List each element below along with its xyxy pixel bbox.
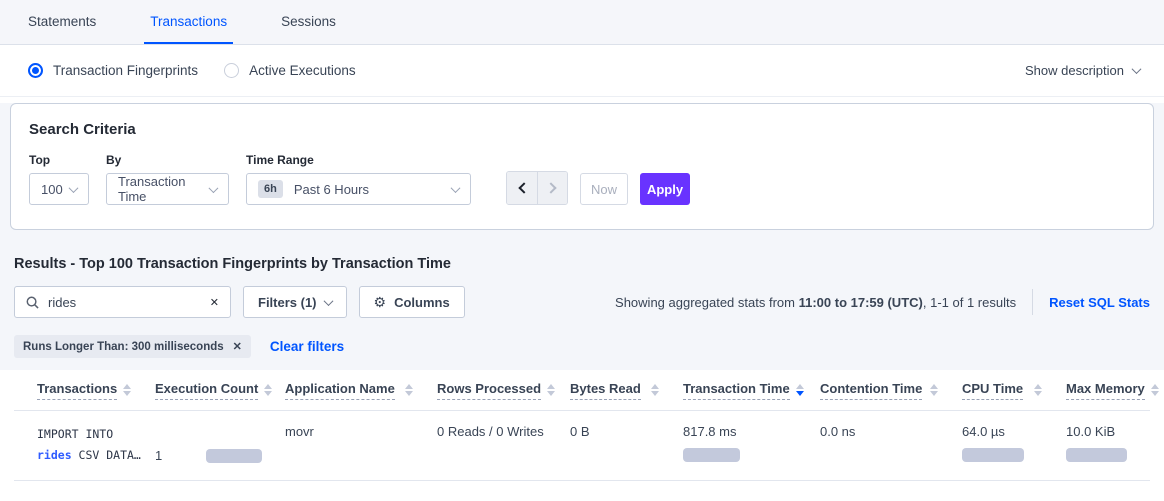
cell-execution-count: 1 xyxy=(155,431,285,480)
results-toolbar: ✕ Filters (1) ⚙ Columns Showing aggregat… xyxy=(14,286,1150,318)
column-header-transactions[interactable]: Transactions xyxy=(37,381,155,400)
tab-transactions[interactable]: Transactions xyxy=(144,0,233,44)
filters-button[interactable]: Filters (1) xyxy=(243,286,347,318)
results-table-section: Transactions Execution Count Application… xyxy=(0,370,1164,481)
top-select[interactable]: 100 xyxy=(29,173,89,205)
chevron-down-icon xyxy=(1132,64,1142,74)
sort-icon xyxy=(1151,384,1159,396)
column-header-transaction-time[interactable]: Transaction Time xyxy=(683,381,820,400)
column-header-cpu-time[interactable]: CPU Time xyxy=(962,381,1066,400)
search-criteria-card: Search Criteria Top 100 By Transaction T… xyxy=(10,103,1154,230)
transactions-table: Transactions Execution Count Application… xyxy=(14,370,1150,481)
cpu-time-bar xyxy=(962,448,1024,462)
active-filters-row: Runs Longer Than: 300 milliseconds ✕ Cle… xyxy=(14,335,1164,358)
page-body: Search Criteria Top 100 By Transaction T… xyxy=(0,103,1164,370)
chevron-down-icon xyxy=(69,183,79,193)
by-label: By xyxy=(106,153,229,167)
reset-sql-stats-link[interactable]: Reset SQL Stats xyxy=(1049,295,1150,310)
apply-button[interactable]: Apply xyxy=(640,173,690,205)
sort-icon xyxy=(930,384,938,396)
sort-icon-active-desc xyxy=(796,384,804,396)
chevron-right-icon xyxy=(545,182,556,193)
execution-count-bar xyxy=(206,449,262,463)
cell-transaction-time: 817.8 ms xyxy=(683,424,820,480)
remove-filter-icon[interactable]: ✕ xyxy=(233,340,242,353)
filter-chip: Runs Longer Than: 300 milliseconds ✕ xyxy=(14,335,251,358)
column-header-application-name[interactable]: Application Name xyxy=(285,381,437,400)
gear-icon: ⚙ xyxy=(374,295,387,309)
time-step-group xyxy=(506,171,568,205)
sort-icon xyxy=(123,384,131,396)
filter-chip-label: Runs Longer Than: 300 milliseconds xyxy=(23,341,224,353)
table-header-row: Transactions Execution Count Application… xyxy=(14,370,1150,411)
tab-sessions[interactable]: Sessions xyxy=(275,0,342,44)
transaction-fingerprint-link[interactable]: IMPORT INTO rides CSV DATA… xyxy=(37,424,155,480)
column-header-execution-count[interactable]: Execution Count xyxy=(155,381,285,400)
cell-contention-time: 0.0 ns xyxy=(820,424,962,480)
radio-transaction-fingerprints[interactable]: Transaction Fingerprints xyxy=(28,63,198,78)
column-header-rows-processed[interactable]: Rows Processed xyxy=(437,381,570,400)
stats-text: Showing aggregated stats from 11:00 to 1… xyxy=(615,295,1016,310)
next-time-button[interactable] xyxy=(537,172,567,204)
sql-activity-tabs: Statements Transactions Sessions xyxy=(0,0,1164,45)
column-header-max-memory[interactable]: Max Memory xyxy=(1066,381,1164,400)
by-select-value: Transaction Time xyxy=(118,174,210,204)
time-range-value: Past 6 Hours xyxy=(294,182,369,197)
max-memory-bar xyxy=(1066,448,1127,462)
time-range-badge: 6h xyxy=(258,180,283,198)
previous-time-button[interactable] xyxy=(507,172,537,204)
cell-max-memory: 10.0 KiB xyxy=(1066,424,1150,480)
chevron-down-icon xyxy=(451,183,461,193)
view-toggle-row: Transaction Fingerprints Active Executio… xyxy=(0,45,1164,97)
cell-bytes-read: 0 B xyxy=(570,424,683,480)
filters-label: Filters (1) xyxy=(258,295,317,310)
columns-label: Columns xyxy=(394,295,450,310)
stats-summary: Showing aggregated stats from 11:00 to 1… xyxy=(615,289,1150,315)
column-header-contention-time[interactable]: Contention Time xyxy=(820,381,962,400)
table-row: IMPORT INTO rides CSV DATA… 1 movr 0 Rea… xyxy=(14,411,1150,481)
time-range-label: Time Range xyxy=(246,153,471,167)
chevron-left-icon xyxy=(518,182,529,193)
by-select[interactable]: Transaction Time xyxy=(106,173,229,205)
vertical-divider xyxy=(1032,289,1033,315)
search-criteria-controls: Top 100 By Transaction Time Time Range 6… xyxy=(29,153,1135,205)
radio-unselected-icon xyxy=(224,63,239,78)
sort-icon xyxy=(547,384,555,396)
transaction-time-bar xyxy=(683,448,740,462)
cell-rows-processed: 0 Reads / 0 Writes xyxy=(437,424,570,480)
sort-icon xyxy=(651,384,659,396)
show-description-toggle[interactable]: Show description xyxy=(1025,63,1140,78)
stats-time-range: 11:00 to 17:59 (UTC) xyxy=(799,295,923,310)
top-field: Top 100 xyxy=(29,153,89,205)
search-match-text: rides xyxy=(37,448,72,462)
results-heading: Results - Top 100 Transaction Fingerprin… xyxy=(14,256,1164,272)
cell-cpu-time: 64.0 µs xyxy=(962,424,1066,480)
top-select-value: 100 xyxy=(41,182,63,197)
sort-icon xyxy=(264,384,272,396)
search-criteria-title: Search Criteria xyxy=(29,121,1135,138)
by-field: By Transaction Time xyxy=(106,153,229,205)
radio-selected-icon xyxy=(28,63,43,78)
search-input[interactable] xyxy=(48,295,204,310)
time-range-select[interactable]: 6h Past 6 Hours xyxy=(246,173,471,205)
columns-button[interactable]: ⚙ Columns xyxy=(359,286,465,318)
show-description-label: Show description xyxy=(1025,63,1124,78)
sort-icon xyxy=(1034,384,1042,396)
clear-search-icon[interactable]: ✕ xyxy=(204,296,219,309)
tab-statements[interactable]: Statements xyxy=(22,0,102,44)
radio-active-executions[interactable]: Active Executions xyxy=(224,63,356,78)
cell-application-name: movr xyxy=(285,424,437,480)
search-box: ✕ xyxy=(14,286,231,318)
top-label: Top xyxy=(29,153,89,167)
clear-filters-link[interactable]: Clear filters xyxy=(270,339,344,354)
sort-icon xyxy=(405,384,413,396)
time-range-field: Time Range 6h Past 6 Hours xyxy=(246,153,471,205)
radio-label: Transaction Fingerprints xyxy=(53,63,198,78)
radio-label: Active Executions xyxy=(249,63,356,78)
chevron-down-icon xyxy=(323,296,333,306)
column-header-bytes-read[interactable]: Bytes Read xyxy=(570,381,683,400)
now-button[interactable]: Now xyxy=(580,173,628,205)
search-icon xyxy=(26,296,39,309)
